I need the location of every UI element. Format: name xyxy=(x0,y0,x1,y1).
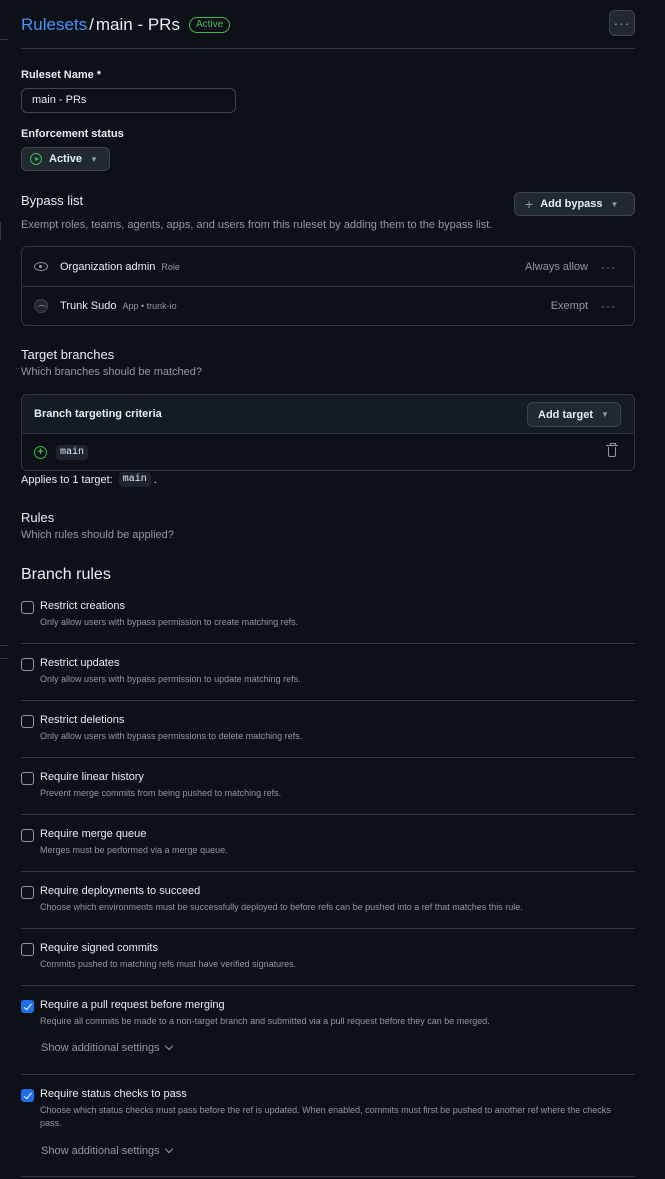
edge-mark xyxy=(0,658,8,659)
rule-checkbox[interactable] xyxy=(21,886,34,899)
header-divider xyxy=(21,48,635,49)
rule-divider xyxy=(21,985,635,986)
show-additional-settings-label: Show additional settings xyxy=(41,1145,160,1157)
edge-mark xyxy=(0,645,8,646)
target-branches-description: Which branches should be matched? xyxy=(21,366,202,378)
rule-checkbox[interactable] xyxy=(21,829,34,842)
caret-down-icon: ▼ xyxy=(90,154,98,164)
applies-prefix: Applies to 1 target: xyxy=(21,473,113,486)
chevron-down-icon xyxy=(164,1144,173,1154)
branch-targeting-title: Branch targeting criteria xyxy=(34,408,162,420)
rules-description: Which rules should be applied? xyxy=(21,529,174,541)
branch-targeting-criteria: Branch targeting criteria Add target ▼ +… xyxy=(21,394,635,471)
rule-title: Require deployments to succeed xyxy=(40,885,201,897)
rule-title: Restrict deletions xyxy=(40,714,125,726)
bypass-item-mode[interactable]: Exempt xyxy=(551,300,588,312)
rule-description: Choose which status checks must pass bef… xyxy=(40,1105,611,1128)
applies-to-targets: Applies to 1 target: main . xyxy=(21,472,157,487)
bypass-item-meta: App • trunk-io xyxy=(122,301,177,311)
show-additional-settings-label: Show additional settings xyxy=(41,1042,160,1054)
add-bypass-button[interactable]: + Add bypass ▼ xyxy=(514,192,635,216)
rule-divider xyxy=(21,700,635,701)
caret-down-icon: ▼ xyxy=(610,199,619,209)
bypass-list: Organization admin Role Always allow ···… xyxy=(21,246,635,326)
bypass-item-name: Organization admin xyxy=(60,260,156,273)
rule-checkbox[interactable] xyxy=(21,772,34,785)
show-additional-settings-button[interactable]: Show additional settings xyxy=(41,1041,173,1054)
rule-description: Only allow users with bypass permission … xyxy=(40,674,301,684)
rule-title: Require a pull request before merging xyxy=(40,999,225,1011)
show-additional-settings-button[interactable]: Show additional settings xyxy=(41,1144,173,1157)
bypass-item-mode[interactable]: Always allow xyxy=(525,261,588,273)
enforcement-status-label: Enforcement status xyxy=(21,128,124,140)
bypass-item-meta: Role xyxy=(161,261,180,272)
add-target-label: Add target xyxy=(538,408,593,421)
rule-description: Merges must be performed via a merge que… xyxy=(40,845,228,855)
ruleset-name-label: Ruleset Name * xyxy=(21,69,102,81)
rule-divider xyxy=(21,1176,635,1177)
rule-title: Restrict creations xyxy=(40,600,125,612)
rule-title: Require linear history xyxy=(40,771,144,783)
rule-checkbox-checked[interactable] xyxy=(21,1089,34,1102)
bypass-list-title: Bypass list xyxy=(21,193,84,208)
kebab-horizontal-icon: ··· xyxy=(613,15,631,31)
branch-rules-title: Branch rules xyxy=(21,566,111,583)
rule-divider xyxy=(21,1074,635,1075)
rule-checkbox[interactable] xyxy=(21,658,34,671)
rule-divider xyxy=(21,871,635,872)
plus-circle-icon: + xyxy=(34,446,47,459)
breadcrumb-separator: / xyxy=(89,15,94,34)
rule-checkbox-checked[interactable] xyxy=(21,1000,34,1013)
plus-icon: + xyxy=(525,196,534,212)
page-header: Rulesets / main - PRs Active ··· xyxy=(21,10,635,37)
rule-divider xyxy=(21,757,635,758)
bypass-list-description: Exempt roles, teams, agents, apps, and u… xyxy=(21,219,493,231)
rule-divider xyxy=(21,643,635,644)
page-title: main - PRs xyxy=(95,15,180,34)
breadcrumb-rulesets-link[interactable]: Rulesets xyxy=(21,15,87,35)
target-pattern: main xyxy=(56,445,89,460)
chevron-down-icon xyxy=(164,1041,173,1051)
rule-divider xyxy=(21,928,635,929)
rule-divider xyxy=(21,814,635,815)
rule-description: Require all commits be made to a non-tar… xyxy=(40,1016,490,1026)
branch-targeting-header: Branch targeting criteria Add target ▼ xyxy=(22,395,634,434)
rule-description: Prevent merge commits from being pushed … xyxy=(40,788,282,798)
more-options-button[interactable]: ··· xyxy=(609,10,635,36)
bypass-item-organization-admin: Organization admin Role Always allow ··· xyxy=(22,247,634,286)
caret-down-icon: ▼ xyxy=(601,410,609,419)
rule-title: Require signed commits xyxy=(40,942,158,954)
bypass-item-menu-icon[interactable]: ··· xyxy=(601,299,616,313)
applies-target-value: main xyxy=(118,472,151,487)
rule-description: Commits pushed to matching refs must hav… xyxy=(40,959,297,969)
bypass-item-menu-icon[interactable]: ··· xyxy=(601,260,616,274)
trash-icon[interactable] xyxy=(606,443,618,457)
enforcement-status-dropdown[interactable]: Active ▼ xyxy=(21,147,110,171)
rule-description: Only allow users with bypass permission … xyxy=(40,617,299,627)
rules-title: Rules xyxy=(21,510,55,525)
play-circle-icon xyxy=(30,153,42,165)
app-avatar xyxy=(34,299,48,313)
target-item: + main xyxy=(22,434,634,470)
target-branches-title: Target branches xyxy=(21,347,115,362)
rule-title: Require status checks to pass xyxy=(40,1088,187,1100)
rule-title: Require merge queue xyxy=(40,828,147,840)
rule-description: Only allow users with bypass permissions… xyxy=(40,731,303,741)
eye-icon xyxy=(34,262,48,271)
add-bypass-label: Add bypass xyxy=(540,198,603,210)
bypass-item-name: Trunk Sudo xyxy=(60,300,117,312)
ruleset-name-input[interactable]: main - PRs xyxy=(21,88,236,113)
status-badge: Active xyxy=(188,17,231,33)
rule-checkbox[interactable] xyxy=(21,943,34,956)
edge-mark xyxy=(0,222,1,240)
enforcement-status-value: Active xyxy=(49,153,83,165)
rule-checkbox[interactable] xyxy=(21,601,34,614)
add-target-button[interactable]: Add target ▼ xyxy=(527,402,621,427)
rule-description: Choose which environments must be succes… xyxy=(40,902,523,912)
applies-suffix: . xyxy=(153,473,157,486)
rule-title: Restrict updates xyxy=(40,657,120,669)
rule-checkbox[interactable] xyxy=(21,715,34,728)
bypass-item-trunk-sudo: Trunk Sudo App • trunk-io Exempt ··· xyxy=(22,286,634,325)
edge-mark xyxy=(0,39,8,40)
